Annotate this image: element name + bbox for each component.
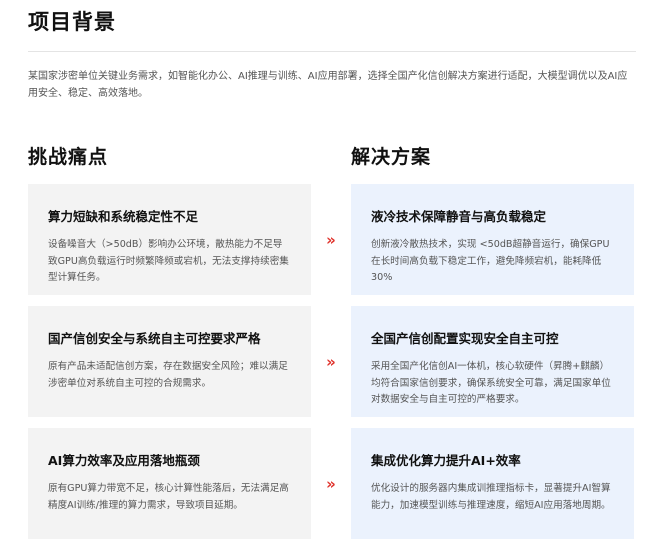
challenge-description: 原有产品未适配信创方案，存在数据安全风险；难以满足涉密单位对系统自主可控的合规需… bbox=[48, 361, 288, 389]
double-chevron-right-icon: » bbox=[326, 475, 336, 493]
challenge-description: 原有GPU算力带宽不足，核心计算性能落后，无法满足高精度AI训练/推理的算力需求… bbox=[48, 483, 289, 511]
double-chevron-right-icon: » bbox=[326, 231, 336, 249]
challenges-heading: 挑战痛点 bbox=[28, 146, 109, 168]
background-description: 某国家涉密单位关键业务需求，如智能化办公、AI推理与训练、AI应用部署，选择全国… bbox=[28, 71, 628, 99]
solution-title: 集成优化算力提升AI+效率 bbox=[371, 453, 521, 468]
solution-card: 全国产信创配置实现安全自主可控 采用全国产化信创AI一体机，核心软硬件（昇腾+麒… bbox=[351, 306, 634, 417]
solution-description: 优化设计的服务器内集成训推理指标卡，显著提升AI智算能力，加速模型训练与推理速度… bbox=[371, 483, 611, 511]
section-title: 项目背景 bbox=[28, 10, 116, 34]
double-chevron-right-icon: » bbox=[326, 353, 336, 371]
challenge-description: 设备噪音大（>50dB）影响办公环境，散热能力不足导致GPU高负载运行时频繁降频… bbox=[48, 239, 289, 283]
challenge-card: 国产信创安全与系统自主可控要求严格 原有产品未适配信创方案，存在数据安全风险；难… bbox=[28, 306, 311, 417]
solution-card: 集成优化算力提升AI+效率 优化设计的服务器内集成训推理指标卡，显著提升AI智算… bbox=[351, 428, 634, 539]
solution-description: 创新液冷散热技术，实现 <50dB超静音运行，确保GPU在长时间高负载下稳定工作… bbox=[371, 239, 610, 283]
solution-title: 全国产信创配置实现安全自主可控 bbox=[371, 331, 559, 346]
challenge-card: AI算力效率及应用落地瓶颈 原有GPU算力带宽不足，核心计算性能落后，无法满足高… bbox=[28, 428, 311, 539]
challenge-title: 国产信创安全与系统自主可控要求严格 bbox=[48, 331, 261, 346]
solution-title: 液冷技术保障静音与高负载稳定 bbox=[371, 209, 547, 224]
solution-card: 液冷技术保障静音与高负载稳定 创新液冷散热技术，实现 <50dB超静音运行，确保… bbox=[351, 184, 634, 295]
challenge-title: 算力短缺和系统稳定性不足 bbox=[48, 209, 199, 224]
title-divider bbox=[28, 51, 636, 52]
solution-description: 采用全国产化信创AI一体机，核心软硬件（昇腾+麒麟）均符合国家信创要求，确保系统… bbox=[371, 361, 611, 405]
challenge-card: 算力短缺和系统稳定性不足 设备噪音大（>50dB）影响办公环境，散热能力不足导致… bbox=[28, 184, 311, 295]
challenge-title: AI算力效率及应用落地瓶颈 bbox=[48, 453, 200, 468]
solutions-heading: 解决方案 bbox=[351, 146, 432, 168]
